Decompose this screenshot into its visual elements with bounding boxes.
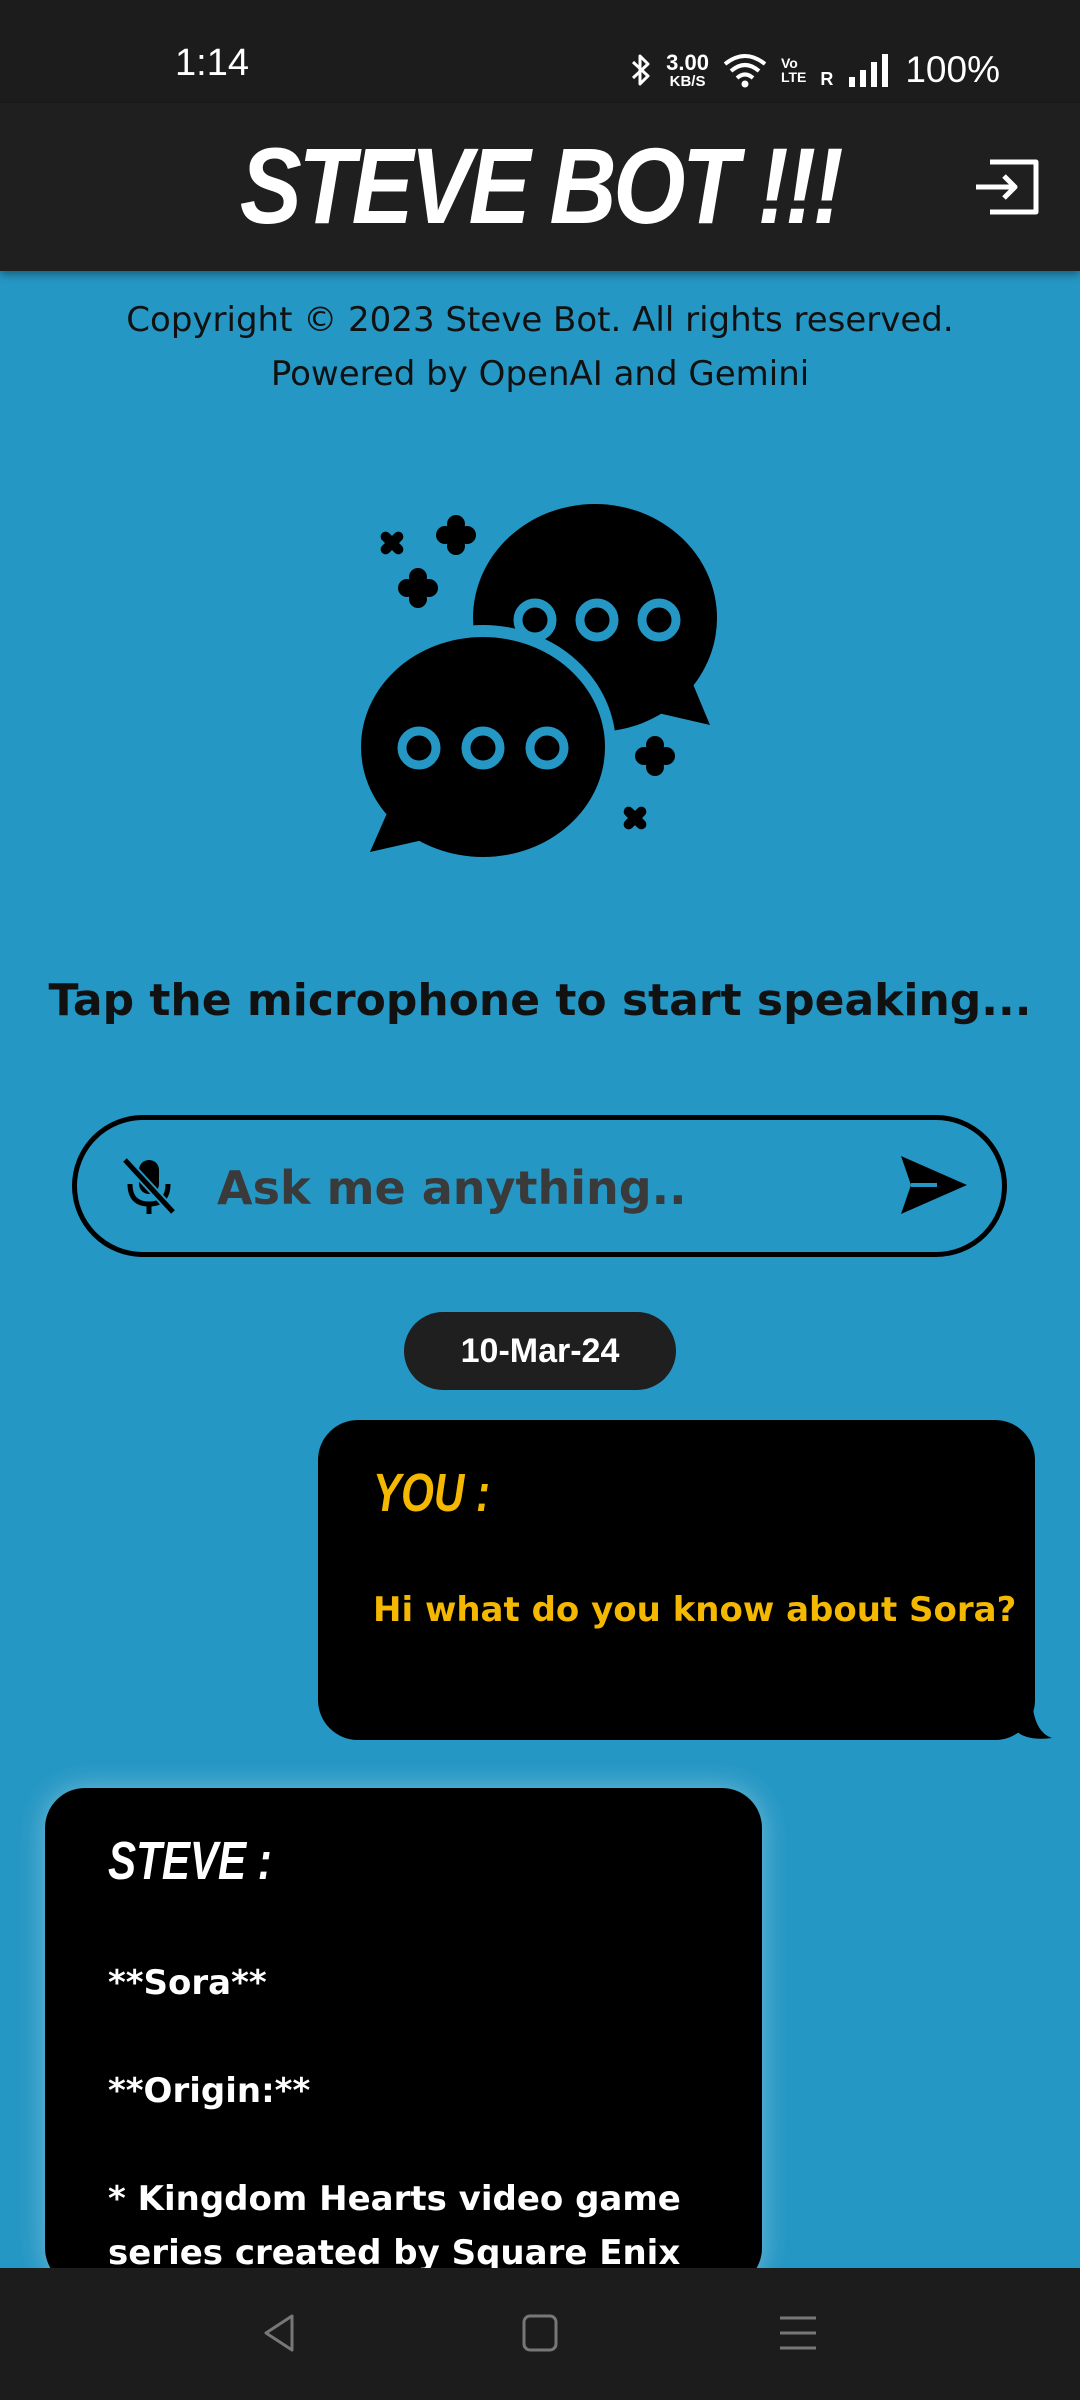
net-speed-unit: KB/S [669,72,706,90]
chat-bubbles-icon [350,495,735,869]
bubble-tail [1012,1700,1052,1739]
app-header: STEVE BOT !!! [0,103,1080,271]
bot-message-line: * Kingdom Hearts video game series creat… [108,2179,681,2273]
nav-home-button[interactable] [510,2308,570,2358]
user-sender-label: YOU : [373,1463,491,1523]
send-button[interactable] [897,1152,971,1218]
send-icon [901,1156,967,1214]
wifi-icon [723,54,767,88]
system-nav-bar [0,2268,1080,2400]
nav-recents-button[interactable] [768,2308,828,2358]
volte-top: Vo [780,55,798,71]
user-message-text: Hi what do you know about Sora? [373,1590,1017,1630]
net-speed-value: 3.00 [666,49,709,75]
nav-back-button[interactable] [252,2308,312,2358]
bot-message-line: **Origin:** [108,2071,311,2111]
copyright-text: Copyright © 2023 Steve Bot. All rights r… [126,300,954,340]
battery-percent: 100% [905,49,1000,90]
net-speed: 3.00 KB/S [666,49,709,90]
ask-input[interactable] [217,1140,857,1235]
bluetooth-icon [632,54,650,86]
user-message-bubble: YOU : Hi what do you know about Sora? [318,1420,1052,1740]
mic-button[interactable] [117,1154,181,1218]
mic-off-icon [121,1156,177,1216]
volte-indicator: Vo LTE [781,56,806,84]
roaming-indicator: R [820,69,834,89]
signal-icon [849,54,889,87]
message-input-bar [72,1115,1007,1257]
bot-message-text: **Sora** **Origin:** * Kingdom Hearts vi… [108,1956,708,2280]
status-time: 1:14 [175,42,249,84]
speak-hint: Tap the microphone to start speaking... [48,975,1032,1026]
status-bar: 1:14 3.00 KB/S Vo LTE R 100% [0,0,1080,103]
status-icons: 3.00 KB/S Vo LTE R 100% [630,44,1000,96]
back-icon [264,2314,294,2352]
bot-message-bubble: STEVE : **Sora** **Origin:** * Kingdom H… [45,1788,762,2288]
logout-button[interactable] [970,155,1044,219]
date-separator: 10-Mar-24 [404,1312,676,1390]
recents-icon [780,2316,816,2350]
bot-sender-label: STEVE : [108,1831,272,1891]
app-title: STEVE BOT !!! [239,125,844,246]
bot-message-line: **Sora** [108,1963,267,2003]
powered-by-text: Powered by OpenAI and Gemini [270,354,810,394]
home-icon [522,2314,558,2352]
volte-bottom: LTE [780,69,807,85]
logout-icon [976,159,1039,215]
